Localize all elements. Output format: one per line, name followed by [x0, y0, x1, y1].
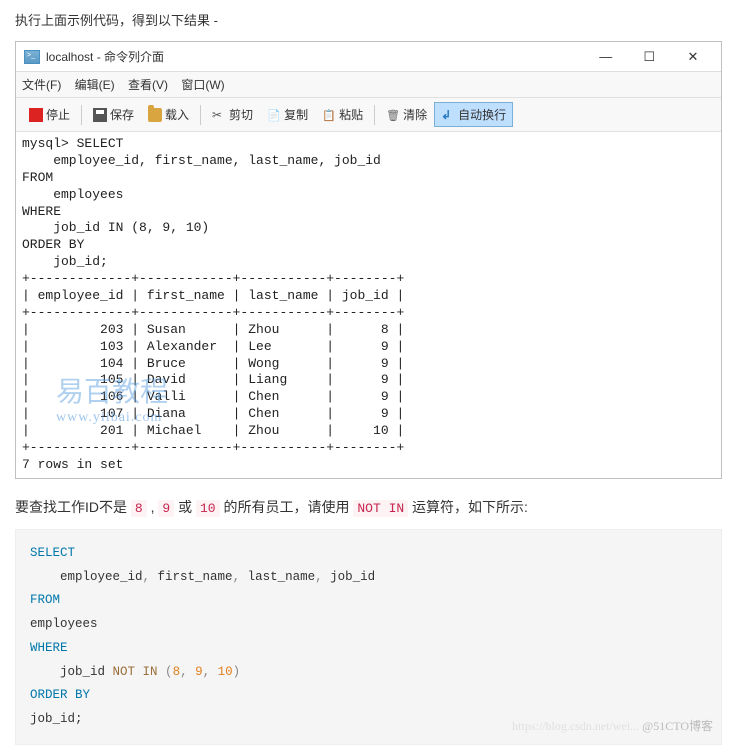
save-button[interactable]: 保存 — [86, 102, 141, 127]
code-cond: job_id NOT IN (8, 9, 10) — [30, 661, 707, 685]
titlebar[interactable]: localhost - 命令列介面 — ☐ ✕ — [16, 42, 721, 72]
stop-button[interactable]: 停止 — [22, 102, 77, 127]
text-part: 要查找工作ID不是 — [15, 499, 131, 515]
sql-code-block[interactable]: SELECT employee_id, first_name, last_nam… — [15, 529, 722, 745]
wrap-icon — [441, 108, 455, 122]
console-output[interactable]: mysql> SELECT employee_id, first_name, l… — [16, 132, 721, 478]
terminal-icon — [24, 50, 40, 64]
code-table: employees — [30, 613, 707, 637]
stop-label: 停止 — [46, 106, 70, 123]
paste-label: 粘贴 — [339, 106, 363, 123]
footer-faint: https://blog.csdn.net/wei... — [512, 719, 639, 733]
copy-label: 复制 — [284, 106, 308, 123]
cut-button[interactable]: 剪切 — [205, 102, 260, 127]
op-notin: NOT IN — [113, 665, 158, 679]
footer-dark: @51CTO博客 — [642, 719, 713, 733]
paste-button[interactable]: 粘贴 — [315, 102, 370, 127]
copy-button[interactable]: 复制 — [260, 102, 315, 127]
code-inline-9: 9 — [158, 500, 174, 517]
copy-icon — [267, 108, 281, 122]
cut-icon — [212, 108, 226, 122]
kw-orderby: ORDER BY — [30, 688, 90, 702]
load-label: 载入 — [165, 106, 189, 123]
clear-label: 清除 — [403, 106, 427, 123]
kw-where: WHERE — [30, 641, 68, 655]
menubar: 文件(F) 编辑(E) 查看(V) 窗口(W) — [16, 72, 721, 97]
wrap-label: 自动换行 — [458, 106, 506, 123]
separator — [200, 105, 201, 125]
wrap-button[interactable]: 自动换行 — [434, 102, 513, 127]
text-part: , — [147, 499, 159, 515]
cut-label: 剪切 — [229, 106, 253, 123]
terminal-window: localhost - 命令列介面 — ☐ ✕ 文件(F) 编辑(E) 查看(V… — [15, 41, 722, 479]
close-button[interactable]: ✕ — [673, 49, 713, 65]
intro-text: 执行上面示例代码，得到以下结果 - — [15, 10, 722, 29]
minimize-button[interactable]: — — [586, 49, 626, 64]
window-title: localhost - 命令列介面 — [46, 48, 586, 65]
toolbar: 停止 保存 载入 剪切 复制 粘贴 清除 自动换行 — [16, 97, 721, 132]
text-part: 的所有员工，请使用 — [220, 499, 354, 515]
code-cols: employee_id, first_name, last_name, job_… — [30, 566, 707, 590]
explanation-text: 要查找工作ID不是 8 , 9 或 10 的所有员工，请使用 NOT IN 运算… — [15, 497, 722, 517]
menu-edit[interactable]: 编辑(E) — [75, 78, 115, 92]
menu-window[interactable]: 窗口(W) — [181, 78, 224, 92]
clear-button[interactable]: 清除 — [379, 102, 434, 127]
separator — [81, 105, 82, 125]
maximize-button[interactable]: ☐ — [629, 49, 669, 65]
separator — [374, 105, 375, 125]
menu-view[interactable]: 查看(V) — [128, 78, 168, 92]
save-icon — [93, 108, 107, 122]
stop-icon — [29, 108, 43, 122]
load-icon — [148, 108, 162, 122]
kw-select: SELECT — [30, 546, 75, 560]
save-label: 保存 — [110, 106, 134, 123]
menu-file[interactable]: 文件(F) — [22, 78, 61, 92]
code-inline-notin: NOT IN — [353, 500, 408, 517]
text-part: 或 — [174, 499, 196, 515]
kw-from: FROM — [30, 593, 60, 607]
text-part: 运算符，如下所示: — [408, 499, 528, 515]
code-inline-10: 10 — [196, 500, 220, 517]
load-button[interactable]: 载入 — [141, 102, 196, 127]
clear-icon — [386, 108, 400, 122]
paste-icon — [322, 108, 336, 122]
footer-watermark: https://blog.csdn.net/wei... @51CTO博客 — [512, 715, 713, 738]
code-inline-8: 8 — [131, 500, 147, 517]
